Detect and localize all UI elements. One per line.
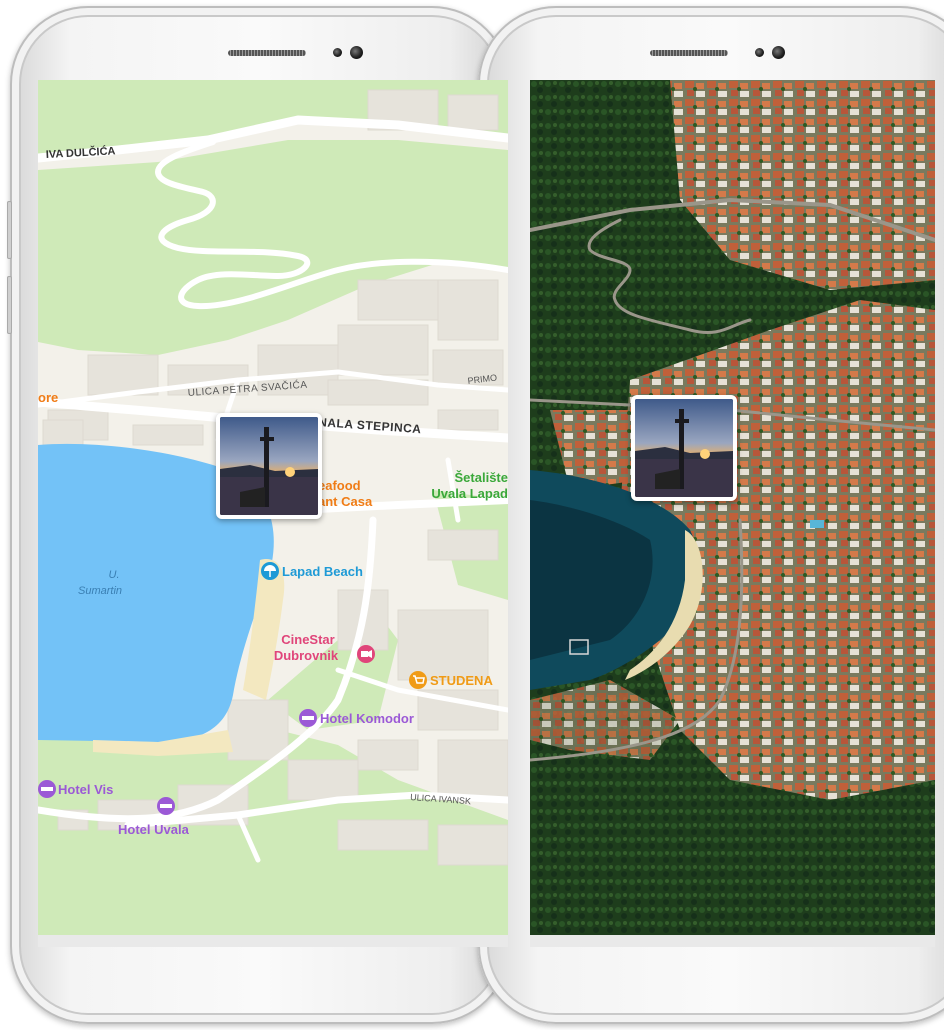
sensor-icon — [755, 48, 764, 57]
park-label: Uvala Lapad — [431, 486, 508, 501]
shop-label: STUDENA — [430, 673, 493, 688]
volume-button — [7, 276, 12, 334]
beach-label: Lapad Beach — [282, 564, 363, 579]
restaurant-label: eafood — [318, 478, 361, 493]
park-label: Šetalište — [455, 470, 508, 485]
bed-icon[interactable] — [38, 780, 56, 798]
sensor-icon — [333, 48, 342, 57]
beach-umbrella-icon[interactable] — [261, 562, 279, 580]
restaurant-label: ant Casa — [318, 494, 373, 509]
water-label: U. — [109, 569, 120, 581]
camera-icon — [350, 46, 363, 59]
cinema-icon[interactable] — [357, 645, 375, 663]
restaurant-label: ore — [38, 390, 58, 405]
pool — [810, 520, 824, 528]
satellite-map[interactable] — [530, 80, 935, 935]
photo-pin-icon[interactable] — [216, 413, 322, 519]
cinema-label: Dubrovnik — [274, 648, 339, 663]
shopping-cart-icon[interactable] — [409, 671, 427, 689]
speaker-grille — [650, 50, 728, 56]
satellite-screen[interactable] — [530, 80, 935, 935]
screen-bottom-edge — [38, 935, 508, 947]
camera-icon — [772, 46, 785, 59]
map-screen[interactable]: IVA DULČIĆA ULICA PETRA SVAČIĆA PRIMO NA… — [38, 80, 508, 935]
volume-button — [7, 201, 12, 259]
photo-pin-icon[interactable] — [631, 395, 737, 501]
bed-icon[interactable] — [299, 709, 317, 727]
bed-icon[interactable] — [157, 797, 175, 815]
hotel-label: Hotel Vis — [58, 782, 113, 797]
cinema-label: CineStar — [281, 632, 334, 647]
hotel-label: Hotel Uvala — [118, 822, 190, 837]
speaker-grille — [228, 50, 306, 56]
hotel-label: Hotel Komodor — [320, 711, 414, 726]
screen-bottom-edge — [530, 935, 935, 947]
water-label: Sumartin — [78, 585, 122, 597]
